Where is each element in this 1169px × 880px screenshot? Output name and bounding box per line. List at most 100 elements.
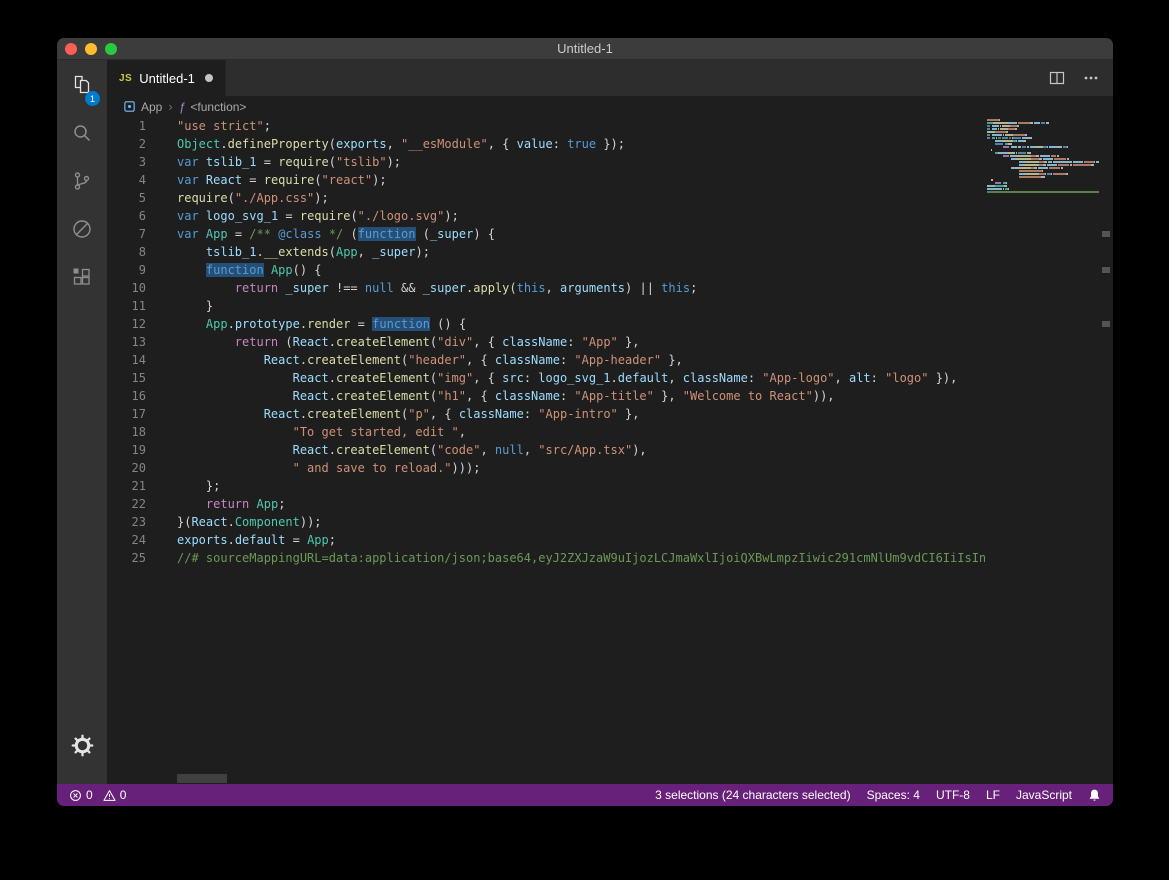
- explorer-badge: 1: [85, 91, 100, 106]
- line-number[interactable]: 4: [107, 171, 146, 189]
- overview-selection-mark: [1102, 231, 1110, 237]
- encoding-status[interactable]: UTF-8: [936, 788, 970, 802]
- code-line[interactable]: 19 React.createElement("code", null, "sr…: [107, 441, 1113, 459]
- line-number[interactable]: 3: [107, 153, 146, 171]
- zoom-button[interactable]: [105, 43, 117, 55]
- code-line[interactable]: 16 React.createElement("h1", { className…: [107, 387, 1113, 405]
- line-number[interactable]: 2: [107, 135, 146, 153]
- symbol-function-icon: ƒ: [179, 100, 186, 114]
- line-number[interactable]: 12: [107, 315, 146, 333]
- code-line[interactable]: 22 return App;: [107, 495, 1113, 513]
- line-text: React.createElement("header", { classNam…: [146, 351, 683, 369]
- line-text: //# sourceMappingURL=data:application/js…: [146, 549, 1113, 567]
- line-text: }(React.Component));: [146, 513, 322, 531]
- line-text: "To get started, edit ",: [146, 423, 466, 441]
- code-line[interactable]: 13 return (React.createElement("div", { …: [107, 333, 1113, 351]
- line-text: App.prototype.render = function () {: [146, 315, 466, 333]
- titlebar[interactable]: Untitled-1: [57, 38, 1113, 60]
- selection-status[interactable]: 3 selections (24 characters selected): [655, 788, 850, 802]
- line-text: tslib_1.__extends(App, _super);: [146, 243, 430, 261]
- line-number[interactable]: 1: [107, 117, 146, 135]
- split-editor-icon[interactable]: [1049, 70, 1065, 86]
- line-number[interactable]: 5: [107, 189, 146, 207]
- line-number[interactable]: 24: [107, 531, 146, 549]
- vertical-scrollbar[interactable]: [1099, 117, 1113, 784]
- line-number[interactable]: 6: [107, 207, 146, 225]
- line-number[interactable]: 25: [107, 549, 146, 567]
- line-number[interactable]: 22: [107, 495, 146, 513]
- code-line[interactable]: 9 function App() {: [107, 261, 1113, 279]
- close-button[interactable]: [65, 43, 77, 55]
- line-number[interactable]: 18: [107, 423, 146, 441]
- code-line[interactable]: 6var logo_svg_1 = require("./logo.svg");: [107, 207, 1113, 225]
- code-line[interactable]: 24exports.default = App;: [107, 531, 1113, 549]
- code-line[interactable]: 4var React = require("react");: [107, 171, 1113, 189]
- line-number[interactable]: 15: [107, 369, 146, 387]
- code-line[interactable]: 21 };: [107, 477, 1113, 495]
- line-number[interactable]: 19: [107, 441, 146, 459]
- code-line[interactable]: 17 React.createElement("p", { className:…: [107, 405, 1113, 423]
- editor: 1"use strict";2Object.defineProperty(exp…: [107, 117, 1113, 784]
- window-title: Untitled-1: [557, 41, 613, 56]
- minimap[interactable]: [985, 117, 1099, 784]
- code-line[interactable]: 5require("./App.css");: [107, 189, 1113, 207]
- breadcrumb-item-function[interactable]: <function>: [190, 100, 246, 114]
- line-text: Object.defineProperty(exports, "__esModu…: [146, 135, 625, 153]
- horizontal-scrollbar-thumb[interactable]: [177, 774, 227, 783]
- debug-activity-button[interactable]: [57, 207, 107, 255]
- explorer-activity-button[interactable]: 1: [57, 63, 107, 111]
- code-line[interactable]: 1"use strict";: [107, 117, 1113, 135]
- settings-gear-button[interactable]: [57, 724, 107, 772]
- notifications-bell-icon[interactable]: [1088, 788, 1101, 802]
- breadcrumb: App › ƒ <function>: [107, 96, 1113, 117]
- code-line[interactable]: 12 App.prototype.render = function () {: [107, 315, 1113, 333]
- line-number[interactable]: 13: [107, 333, 146, 351]
- warning-count: 0: [120, 788, 127, 802]
- eol-status[interactable]: LF: [986, 788, 1000, 802]
- line-number[interactable]: 8: [107, 243, 146, 261]
- line-text: var React = require("react");: [146, 171, 387, 189]
- code-line[interactable]: 8 tslib_1.__extends(App, _super);: [107, 243, 1113, 261]
- tab-untitled-1[interactable]: JS Untitled-1: [107, 60, 226, 96]
- line-number[interactable]: 17: [107, 405, 146, 423]
- line-text: React.createElement("p", { className: "A…: [146, 405, 639, 423]
- code-line[interactable]: 20 " and save to reload.")));: [107, 459, 1113, 477]
- code-line[interactable]: 25//# sourceMappingURL=data:application/…: [107, 549, 1113, 567]
- line-text: " and save to reload.")));: [146, 459, 480, 477]
- line-number[interactable]: 11: [107, 297, 146, 315]
- code-line[interactable]: 18 "To get started, edit ",: [107, 423, 1113, 441]
- line-number[interactable]: 21: [107, 477, 146, 495]
- code-lines[interactable]: 1"use strict";2Object.defineProperty(exp…: [107, 117, 1113, 784]
- code-line[interactable]: 15 React.createElement("img", { src: log…: [107, 369, 1113, 387]
- code-line[interactable]: 11 }: [107, 297, 1113, 315]
- line-text: }: [146, 297, 213, 315]
- warning-triangle-icon: [103, 789, 116, 802]
- line-text: return App;: [146, 495, 285, 513]
- line-number[interactable]: 23: [107, 513, 146, 531]
- extensions-activity-button[interactable]: [57, 255, 107, 303]
- source-control-activity-button[interactable]: [57, 159, 107, 207]
- code-line[interactable]: 14 React.createElement("header", { class…: [107, 351, 1113, 369]
- code-line[interactable]: 10 return _super !== null && _super.appl…: [107, 279, 1113, 297]
- more-actions-icon[interactable]: [1083, 70, 1099, 86]
- traffic-lights: [65, 43, 117, 55]
- line-number[interactable]: 20: [107, 459, 146, 477]
- code-line[interactable]: 2Object.defineProperty(exports, "__esMod…: [107, 135, 1113, 153]
- line-number[interactable]: 14: [107, 351, 146, 369]
- breadcrumb-item-app[interactable]: App: [141, 100, 162, 114]
- minimize-button[interactable]: [85, 43, 97, 55]
- search-activity-button[interactable]: [57, 111, 107, 159]
- line-number[interactable]: 10: [107, 279, 146, 297]
- code-line[interactable]: 7var App = /** @class */ (function (_sup…: [107, 225, 1113, 243]
- line-number[interactable]: 16: [107, 387, 146, 405]
- code-line[interactable]: 23}(React.Component));: [107, 513, 1113, 531]
- line-text: require("./App.css");: [146, 189, 329, 207]
- modified-indicator-dot[interactable]: [205, 74, 213, 82]
- line-number[interactable]: 9: [107, 261, 146, 279]
- line-number[interactable]: 7: [107, 225, 146, 243]
- language-status[interactable]: JavaScript: [1016, 788, 1072, 802]
- code-line[interactable]: 3var tslib_1 = require("tslib");: [107, 153, 1113, 171]
- problems-status[interactable]: 0 0: [69, 788, 126, 802]
- indentation-status[interactable]: Spaces: 4: [867, 788, 920, 802]
- line-text: "use strict";: [146, 117, 271, 135]
